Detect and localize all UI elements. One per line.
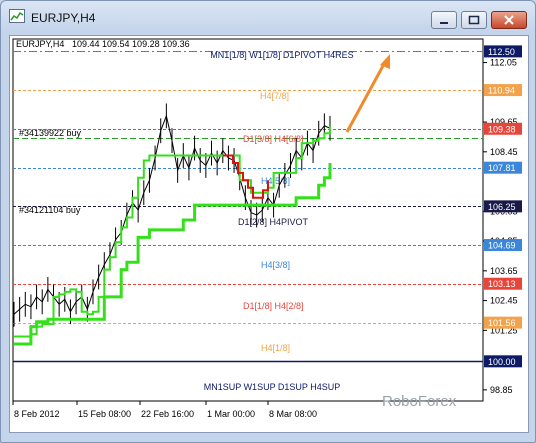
- price-badge-label: 103.13: [488, 279, 516, 289]
- time-tick-label: 1 Mar 00:00: [207, 409, 255, 419]
- maximize-icon: [468, 15, 480, 25]
- watermark-logo: RoboForex: [382, 393, 457, 410]
- level-label-d1-h4-28: D1[1/8] H4[2/8]: [243, 301, 304, 311]
- chart-window: EURJPY,H4 EURJPY,H4 109.44 109.54 109.28…: [0, 0, 536, 443]
- time-tick-label: 22 Feb 16:00: [141, 409, 194, 419]
- price-tick-label: 102.45: [490, 296, 518, 306]
- price-badge-label: 101.56: [488, 318, 516, 328]
- price-badge-label: 106.25: [488, 202, 516, 212]
- close-button[interactable]: [491, 11, 527, 29]
- price-badge-label: 112.50: [488, 47, 515, 57]
- price-badge-label: 104.69: [488, 241, 516, 251]
- time-tick-label: 15 Feb 08:00: [78, 409, 131, 419]
- price-badge-label: 110.94: [488, 86, 515, 96]
- level-label-h4-78: H4[7/8]: [260, 91, 289, 101]
- level-label-h4-58: H4[5/8]: [261, 176, 290, 186]
- price-tick-label: 108.45: [490, 147, 518, 157]
- time-tick-label: 8 Mar 08:00: [269, 409, 317, 419]
- lower-green-line: [14, 163, 332, 346]
- minimize-icon: [440, 22, 448, 24]
- price-tick-label: 112.05: [490, 58, 517, 68]
- window-title: EURJPY,H4: [31, 11, 96, 25]
- price-badge-label: 109.38: [488, 124, 516, 134]
- order-label-1: #34139922 buy: [19, 128, 82, 138]
- trend-arrow-icon: [345, 54, 390, 133]
- maximize-button[interactable]: [461, 11, 487, 29]
- level-label-h4-18: H4[1/8]: [261, 343, 290, 353]
- symbol-label: EURJPY,H4: [16, 39, 64, 49]
- price-badge-label: 100.00: [488, 357, 516, 367]
- time-axis: 8 Feb 2012 15 Feb 08:00 22 Feb 16:00 1 Mar …: [12, 401, 317, 419]
- ohlc-values: 109.44 109.54 109.28 109.36: [72, 39, 190, 49]
- chart-window-icon: [9, 9, 25, 23]
- level-label-sup: MN1SUP W1SUP D1SUP H4SUP: [204, 382, 341, 392]
- level-label-pivot: D1[2/8] H4PIVOT: [238, 217, 309, 227]
- level-label-h4-38: H4[3/8]: [261, 260, 290, 270]
- title-bar[interactable]: EURJPY,H4: [1, 1, 535, 35]
- chart-area[interactable]: EURJPY,H4 109.44 109.54 109.28 109.36 MN…: [9, 35, 529, 433]
- price-tick-label: 103.65: [490, 266, 518, 276]
- time-tick-label: 8 Feb 2012: [14, 409, 60, 419]
- close-icon: [504, 15, 514, 25]
- level-label-res: MN1[1/8] W1[1/8] D1PIVOT H4RES: [210, 50, 353, 60]
- chart-canvas[interactable]: EURJPY,H4 109.44 109.54 109.28 109.36 MN…: [10, 36, 528, 432]
- minimize-button[interactable]: [431, 11, 457, 29]
- price-tick-label: 98.85: [490, 385, 513, 395]
- level-label-d1-h4: D1[3/8] H4[6/8]: [243, 134, 304, 144]
- order-label-2: #34121104 buy: [19, 205, 81, 215]
- price-axis: 112.05109.65108.45106.05104.85103.65102.…: [483, 45, 522, 395]
- price-badge-label: 107.81: [488, 163, 516, 173]
